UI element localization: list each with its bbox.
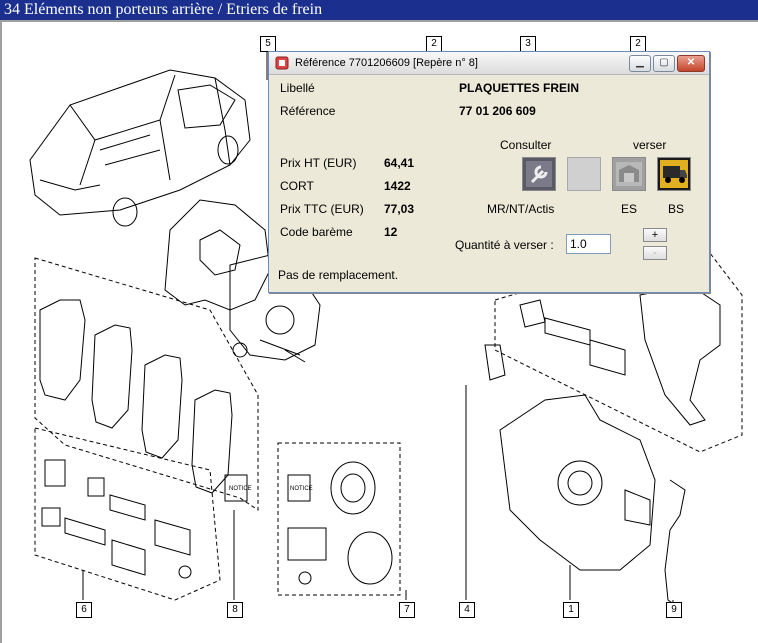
- brake-caliper: [499, 394, 656, 571]
- cort-label: CORT: [280, 179, 314, 193]
- page-title: 34 Eléments non porteurs arrière / Etrie…: [0, 0, 758, 20]
- brake-pads: [39, 299, 248, 502]
- libelle-label: Libellé: [280, 81, 315, 95]
- notice-label: NOTICE: [290, 486, 313, 492]
- callout-8[interactable]: 8: [227, 602, 243, 618]
- truck-icon[interactable]: [657, 157, 691, 191]
- callout-3[interactable]: 3: [520, 36, 536, 52]
- bs-caption: BS: [668, 202, 685, 216]
- reference-value: 77 01 206 609: [459, 104, 536, 118]
- mr-caption: MR/NT/Actis: [487, 202, 555, 216]
- callout-5[interactable]: 5: [260, 36, 276, 52]
- es-caption: ES: [621, 202, 638, 216]
- verser-label: verser: [633, 138, 667, 152]
- libelle-value: PLAQUETTES FREIN: [459, 81, 580, 95]
- plus-button[interactable]: +: [643, 228, 667, 242]
- seal-kit-group: [277, 442, 401, 596]
- callout-1[interactable]: 1: [563, 602, 579, 618]
- callout-4[interactable]: 4: [459, 602, 475, 618]
- close-icon[interactable]: ✕: [677, 55, 705, 72]
- dialog-title-bar[interactable]: Référence 7701206609 [Repère n° 8] ▁ ▢ ✕: [269, 52, 709, 75]
- quantity-input[interactable]: [566, 234, 611, 254]
- app-icon: [275, 56, 289, 70]
- notice-label: NOTICE: [229, 486, 252, 492]
- wrench-icon[interactable]: [522, 157, 556, 191]
- maximize-icon[interactable]: ▢: [653, 55, 675, 72]
- dialog-title: Référence 7701206609 [Repère n° 8]: [295, 57, 478, 69]
- callout-2[interactable]: 2: [426, 36, 442, 52]
- quantite-label: Quantité à verser :: [455, 238, 554, 252]
- callout-7[interactable]: 7: [399, 602, 415, 618]
- callout-6[interactable]: 6: [76, 602, 92, 618]
- prix-ttc-value: 77,03: [384, 202, 415, 216]
- cort-value: 1422: [384, 179, 411, 193]
- prix-ttc-label: Prix TTC (EUR): [280, 202, 364, 216]
- consulter-blank-button: [567, 157, 601, 191]
- retaining-clip: [664, 479, 686, 606]
- brake-pads-group: [34, 257, 259, 511]
- code-bareme-value: 12: [384, 225, 398, 239]
- reference-label: Référence: [280, 104, 336, 118]
- warehouse-icon: [612, 157, 646, 191]
- consulter-label: Consulter: [500, 138, 552, 152]
- prix-ht-value: 64,41: [384, 156, 415, 170]
- minus-button: -: [643, 246, 667, 260]
- callout-2[interactable]: 2: [630, 36, 646, 52]
- prix-ht-label: Prix HT (EUR): [280, 156, 357, 170]
- callout-9[interactable]: 9: [666, 602, 682, 618]
- seal-kit: [287, 461, 393, 585]
- guide-pins: [41, 459, 192, 579]
- minimize-icon[interactable]: ▁: [629, 55, 651, 72]
- remplacement-text: Pas de remplacement.: [278, 268, 399, 282]
- reference-dialog: Référence 7701206609 [Repère n° 8] ▁ ▢ ✕…: [268, 51, 710, 293]
- code-bareme-label: Code barème: [280, 225, 353, 239]
